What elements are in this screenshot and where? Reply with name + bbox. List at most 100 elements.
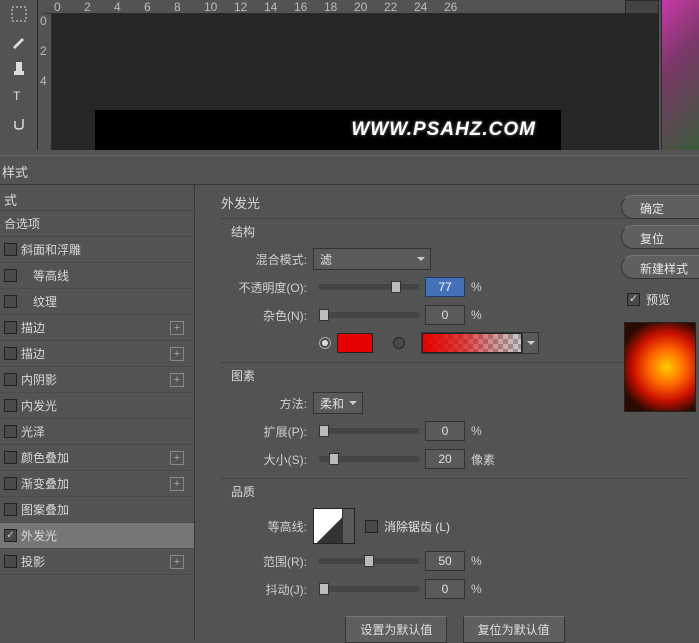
svg-text:T: T xyxy=(13,89,21,103)
style-item-9[interactable]: 颜色叠加+ xyxy=(0,445,194,471)
style-checkbox[interactable] xyxy=(4,399,17,412)
opacity-label: 不透明度(O): xyxy=(221,279,313,296)
ruler-horizontal: 0 2 4 6 8 10 12 14 16 18 20 22 24 26 xyxy=(38,0,659,14)
method-select[interactable]: 柔和 xyxy=(313,392,363,414)
ok-button[interactable]: 确定 xyxy=(621,195,699,219)
noise-slider[interactable] xyxy=(319,312,419,318)
opacity-slider[interactable] xyxy=(319,284,419,290)
style-item-12[interactable]: 外发光 xyxy=(0,523,194,549)
style-item-8[interactable]: 光泽 xyxy=(0,419,194,445)
style-checkbox[interactable] xyxy=(4,373,17,386)
preview-thumbnail xyxy=(624,322,696,412)
make-default-button[interactable]: 设置为默认值 xyxy=(345,616,447,643)
style-label: 合选项 xyxy=(4,215,190,232)
hand-tool[interactable] xyxy=(3,109,35,135)
style-label: 渐变叠加 xyxy=(21,475,170,492)
style-item-3[interactable]: 纹理 xyxy=(0,289,194,315)
style-label: 描边 xyxy=(21,345,170,362)
outer-glow-settings: 外发光 结构 混合模式: 滤 不透明度(O): % 杂色(N): % xyxy=(195,185,699,641)
px-unit: 像素 xyxy=(471,451,495,468)
blend-mode-select[interactable]: 滤 xyxy=(313,248,431,270)
layer-style-dialog: 式 合选项斜面和浮雕等高线纹理描边+描边+内阴影+内发光光泽颜色叠加+渐变叠加+… xyxy=(0,185,699,641)
style-checkbox[interactable] xyxy=(4,477,17,490)
color-radio[interactable] xyxy=(319,337,331,349)
style-checkbox[interactable] xyxy=(4,529,17,542)
style-checkbox[interactable] xyxy=(4,243,17,256)
spread-input[interactable] xyxy=(425,421,465,441)
style-checkbox[interactable] xyxy=(4,503,17,516)
size-label: 大小(S): xyxy=(221,451,313,468)
style-item-5[interactable]: 描边+ xyxy=(0,341,194,367)
style-checkbox[interactable] xyxy=(4,321,17,334)
preview-checkbox[interactable] xyxy=(627,293,640,306)
blend-mode-label: 混合模式: xyxy=(221,251,313,268)
contour-label: 等高线: xyxy=(221,518,313,535)
add-instance-icon[interactable]: + xyxy=(170,451,184,465)
jitter-input[interactable] xyxy=(425,579,465,599)
clone-tool[interactable] xyxy=(3,55,35,81)
style-checkbox[interactable] xyxy=(4,347,17,360)
style-label: 外发光 xyxy=(21,527,190,544)
jitter-slider[interactable] xyxy=(319,586,419,592)
percent-unit: % xyxy=(471,280,482,294)
new-style-button[interactable]: 新建样式 xyxy=(621,255,699,279)
range-input[interactable] xyxy=(425,551,465,571)
style-label: 内阴影 xyxy=(21,371,170,388)
style-item-2[interactable]: 等高线 xyxy=(0,263,194,289)
style-label: 光泽 xyxy=(21,423,190,440)
panel-title: 外发光 xyxy=(221,193,689,212)
jitter-label: 抖动(J): xyxy=(221,581,313,598)
gradient-radio[interactable] xyxy=(393,337,405,349)
add-instance-icon[interactable]: + xyxy=(170,321,184,335)
style-label: 投影 xyxy=(21,553,170,570)
contour-picker[interactable] xyxy=(313,508,355,544)
style-item-6[interactable]: 内阴影+ xyxy=(0,367,194,393)
style-item-7[interactable]: 内发光 xyxy=(0,393,194,419)
style-label: 颜色叠加 xyxy=(21,449,170,466)
type-tool[interactable]: T xyxy=(3,82,35,108)
cancel-button[interactable]: 复位 xyxy=(621,225,699,249)
editor-top: T 0 2 4 6 8 10 12 14 16 18 20 22 24 26 0… xyxy=(0,0,699,150)
style-checkbox[interactable] xyxy=(4,295,17,308)
style-label: 等高线 xyxy=(21,267,190,284)
add-instance-icon[interactable]: + xyxy=(170,477,184,491)
style-label: 图案叠加 xyxy=(21,501,190,518)
size-slider[interactable] xyxy=(319,456,419,462)
add-instance-icon[interactable]: + xyxy=(170,555,184,569)
styles-header: 式 xyxy=(0,185,194,211)
style-checkbox[interactable] xyxy=(4,269,17,282)
size-input[interactable] xyxy=(425,449,465,469)
ruler-vertical: 0 2 4 xyxy=(38,14,52,150)
style-item-0[interactable]: 合选项 xyxy=(0,211,194,237)
style-item-4[interactable]: 描边+ xyxy=(0,315,194,341)
style-item-10[interactable]: 渐变叠加+ xyxy=(0,471,194,497)
add-instance-icon[interactable]: + xyxy=(170,347,184,361)
style-item-13[interactable]: 投影+ xyxy=(0,549,194,575)
color-panel[interactable] xyxy=(661,0,699,150)
style-checkbox[interactable] xyxy=(4,555,17,568)
style-item-1[interactable]: 斜面和浮雕 xyxy=(0,237,194,263)
style-item-11[interactable]: 图案叠加 xyxy=(0,497,194,523)
opacity-input[interactable] xyxy=(425,277,465,297)
range-label: 范围(R): xyxy=(221,553,313,570)
glow-gradient-swatch[interactable] xyxy=(422,333,522,353)
doc-properties-icon[interactable] xyxy=(625,0,659,14)
spread-slider[interactable] xyxy=(319,428,419,434)
brush-tool[interactable] xyxy=(3,28,35,54)
style-checkbox[interactable] xyxy=(4,451,17,464)
method-label: 方法: xyxy=(221,395,313,412)
gradient-dropdown-icon[interactable] xyxy=(522,333,538,353)
glow-color-swatch[interactable] xyxy=(337,333,373,353)
style-label: 纹理 xyxy=(21,293,190,310)
tool-toolbar: T xyxy=(0,0,38,150)
style-checkbox[interactable] xyxy=(4,425,17,438)
dialog-action-buttons: 确定 复位 新建样式 预览 xyxy=(621,195,699,412)
noise-input[interactable] xyxy=(425,305,465,325)
add-instance-icon[interactable]: + xyxy=(170,373,184,387)
canvas[interactable]: WWW.PSAHZ.COM xyxy=(52,14,659,150)
reset-default-button[interactable]: 复位为默认值 xyxy=(463,616,565,643)
range-slider[interactable] xyxy=(319,558,419,564)
canvas-artwork: WWW.PSAHZ.COM xyxy=(95,110,561,150)
marquee-tool[interactable] xyxy=(3,1,35,27)
antialias-checkbox[interactable] xyxy=(365,520,378,533)
